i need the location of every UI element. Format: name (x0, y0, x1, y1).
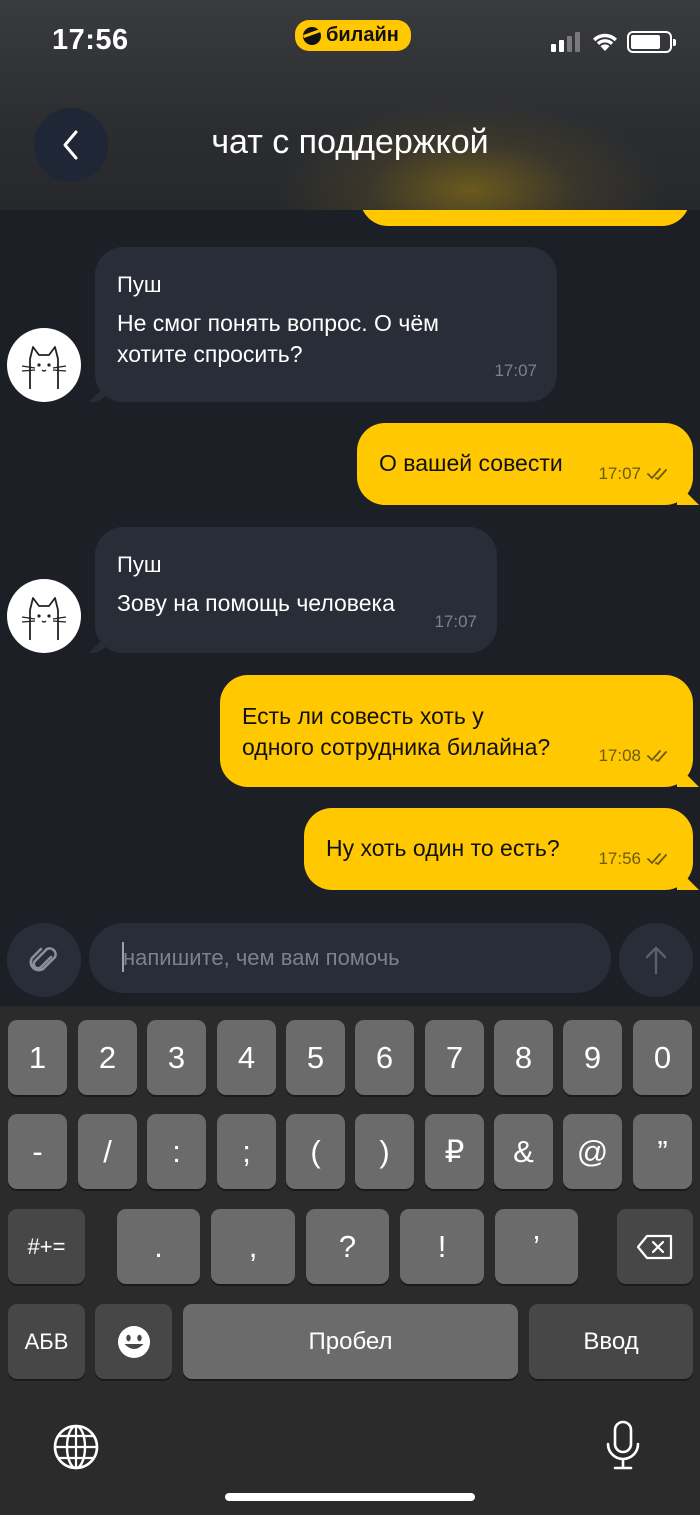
message-input[interactable] (89, 923, 611, 993)
microphone-icon[interactable] (603, 1420, 643, 1472)
key-semicolon[interactable]: ; (217, 1114, 276, 1189)
emoji-key[interactable] (95, 1304, 172, 1379)
message-meta: 17:08 (598, 740, 673, 771)
key-period[interactable]: . (117, 1209, 200, 1284)
key-9[interactable]: 9 (563, 1020, 622, 1095)
beeline-logo-icon (303, 26, 321, 45)
key-exclamation[interactable]: ! (400, 1209, 484, 1284)
key-quote[interactable]: ” (633, 1114, 692, 1189)
key-paren-close[interactable]: ) (355, 1114, 414, 1189)
message-meta: 17:07 (494, 355, 537, 386)
key-question[interactable]: ? (306, 1209, 389, 1284)
bubble-tail (677, 483, 699, 505)
key-comma[interactable]: , (211, 1209, 295, 1284)
message-incoming: Пуш Не смог понять вопрос. О чём хотите … (89, 247, 557, 402)
emoji-icon (117, 1325, 150, 1358)
battery-icon (627, 31, 676, 53)
message-author: Пуш (117, 552, 162, 577)
key-apostrophe[interactable]: ’ (495, 1209, 578, 1284)
message-partial (360, 210, 690, 226)
bot-avatar (7, 328, 81, 402)
backspace-key[interactable] (617, 1209, 693, 1284)
key-ampersand[interactable]: & (494, 1114, 553, 1189)
double-check-icon (647, 852, 667, 865)
carrier-name: билайн (326, 24, 399, 46)
keyboard: 1 2 3 4 5 6 7 8 9 0 - / : ; ( ) ₽ & @ ” … (0, 1006, 700, 1515)
message-time: 17:07 (434, 612, 477, 631)
attach-button[interactable] (7, 923, 81, 997)
message-outgoing: Есть ли совесть хоть у одного сотрудника… (220, 675, 699, 787)
message-text: Не смог понять вопрос. О чём (117, 310, 439, 336)
key-dash[interactable]: - (8, 1114, 67, 1189)
message-text: Зову на помощь человека (117, 590, 395, 616)
message-outgoing: О вашей совести 17:07 (357, 423, 699, 505)
chat-history[interactable]: Пуш Не смог понять вопрос. О чём хотите … (0, 210, 700, 920)
key-1[interactable]: 1 (8, 1020, 67, 1095)
globe-icon[interactable] (52, 1423, 100, 1471)
key-paren-open[interactable]: ( (286, 1114, 345, 1189)
key-5[interactable]: 5 (286, 1020, 345, 1095)
message-time: 17:08 (598, 746, 641, 765)
carrier-badge: билайн (295, 20, 411, 51)
key-7[interactable]: 7 (425, 1020, 484, 1095)
header: 17:56 билайн чат с поддержкой (0, 0, 700, 210)
composer (0, 920, 700, 1006)
cellular-signal-icon (551, 32, 580, 52)
key-0[interactable]: 0 (633, 1020, 692, 1095)
message-time: 17:07 (598, 464, 641, 483)
bubble-tail (89, 380, 111, 402)
key-abc[interactable]: АБВ (8, 1304, 85, 1379)
paperclip-icon (29, 947, 57, 972)
double-check-icon (647, 467, 667, 480)
key-at[interactable]: @ (563, 1114, 622, 1189)
key-more-symbols[interactable]: #+= (8, 1209, 85, 1284)
backspace-icon (636, 1234, 673, 1259)
cat-icon (21, 597, 67, 640)
key-6[interactable]: 6 (355, 1020, 414, 1095)
message-meta: 17:56 (598, 843, 673, 874)
status-time: 17:56 (52, 24, 129, 56)
key-slash[interactable]: / (78, 1114, 137, 1189)
double-check-icon (647, 749, 667, 762)
message-author: Пуш (117, 272, 162, 297)
home-indicator (225, 1493, 475, 1501)
send-button[interactable] (619, 923, 693, 997)
key-4[interactable]: 4 (217, 1020, 276, 1095)
bubble-tail (677, 765, 699, 787)
space-key[interactable]: Пробел (183, 1304, 518, 1379)
text-caret (122, 942, 124, 972)
key-3[interactable]: 3 (147, 1020, 206, 1095)
key-2[interactable]: 2 (78, 1020, 137, 1095)
enter-key[interactable]: Ввод (529, 1304, 693, 1379)
message-text: Есть ли совесть хоть у (242, 703, 484, 729)
message-meta: 17:07 (434, 606, 477, 637)
key-8[interactable]: 8 (494, 1020, 553, 1095)
cat-icon (21, 346, 67, 389)
bot-avatar (7, 579, 81, 653)
bubble-tail (677, 868, 699, 890)
message-meta: 17:07 (598, 458, 673, 489)
message-outgoing: Ну хоть один то есть? 17:56 (304, 808, 699, 890)
arrow-up-icon (645, 946, 667, 975)
message-text: хотите спросить? (117, 341, 303, 367)
bubble-tail (89, 631, 111, 653)
message-time: 17:56 (598, 849, 641, 868)
message-incoming: Пуш Зову на помощь человека 17:07 (89, 527, 497, 653)
page-title: чат с поддержкой (211, 123, 489, 161)
key-colon[interactable]: : (147, 1114, 206, 1189)
message-time: 17:07 (494, 361, 537, 380)
wifi-icon (593, 33, 617, 51)
key-ruble[interactable]: ₽ (425, 1114, 484, 1189)
